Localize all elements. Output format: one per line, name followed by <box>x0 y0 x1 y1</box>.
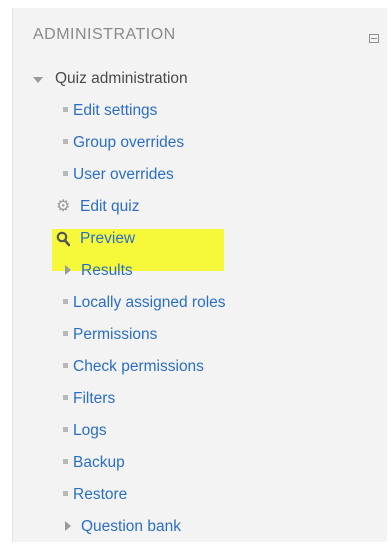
bullet-icon <box>63 170 68 176</box>
bullet-icon <box>63 330 68 336</box>
tree-item-label: Check permissions <box>73 358 204 375</box>
bullet-icon <box>63 106 68 112</box>
tree-item-label: Group overrides <box>73 134 185 151</box>
tree-item-group-overrides[interactable]: Group overrides <box>59 131 184 155</box>
bullet-icon <box>63 362 68 368</box>
tree-item-label: Edit settings <box>73 102 158 119</box>
tree-item-label: Filters <box>73 390 116 407</box>
tree-item-label: Question bank <box>81 518 181 535</box>
bullet-icon <box>63 458 68 464</box>
chevron-down-icon <box>31 70 45 88</box>
tree-item-user-overrides[interactable]: User overrides <box>59 163 174 187</box>
tree-item-edit-settings[interactable]: Edit settings <box>59 99 157 123</box>
tree-item-label: Backup <box>73 454 125 471</box>
tree-item-backup[interactable]: Backup <box>59 451 125 475</box>
tree-item-label: Preview <box>80 230 136 247</box>
bullet-icon <box>63 138 68 144</box>
gear-icon: ⚙ <box>56 198 71 215</box>
block-title: ADMINISTRATION <box>33 26 176 43</box>
tree-item-question-bank[interactable]: Question bank <box>59 515 181 539</box>
tree-item-permissions[interactable]: Permissions <box>59 323 157 347</box>
search-icon <box>56 231 70 247</box>
tree-item-filters[interactable]: Filters <box>59 387 115 411</box>
tree-item-logs[interactable]: Logs <box>59 419 107 443</box>
tree-item-edit-quiz[interactable]: ⚙ Edit quiz <box>56 195 139 219</box>
bullet-icon <box>63 298 68 304</box>
chevron-right-icon <box>59 262 73 280</box>
tree-item-preview[interactable]: Preview <box>56 227 135 251</box>
tree-item-label: Restore <box>73 486 128 503</box>
bullet-icon <box>63 394 68 400</box>
tree-item-label: Permissions <box>73 326 158 343</box>
tree-item-label: Results <box>81 262 133 279</box>
tree-item-restore[interactable]: Restore <box>59 483 127 507</box>
minimize-block-icon[interactable] <box>369 34 379 43</box>
bullet-icon <box>63 426 68 432</box>
bullet-icon <box>63 490 68 496</box>
chevron-right-icon <box>59 518 73 536</box>
tree-item-label: User overrides <box>73 166 174 183</box>
tree-item-results[interactable]: Results <box>59 259 133 283</box>
tree-item-label: Locally assigned roles <box>73 294 226 311</box>
tree-root-label: Quiz administration <box>55 70 188 87</box>
administration-block: ADMINISTRATION Quiz administration Edit … <box>12 8 387 542</box>
tree-item-label: Edit quiz <box>80 198 140 215</box>
tree-root-quiz-administration[interactable]: Quiz administration <box>31 67 188 91</box>
tree-item-locally-assigned-roles[interactable]: Locally assigned roles <box>59 291 226 315</box>
tree-item-check-permissions[interactable]: Check permissions <box>59 355 204 379</box>
tree-item-label: Logs <box>73 422 107 439</box>
